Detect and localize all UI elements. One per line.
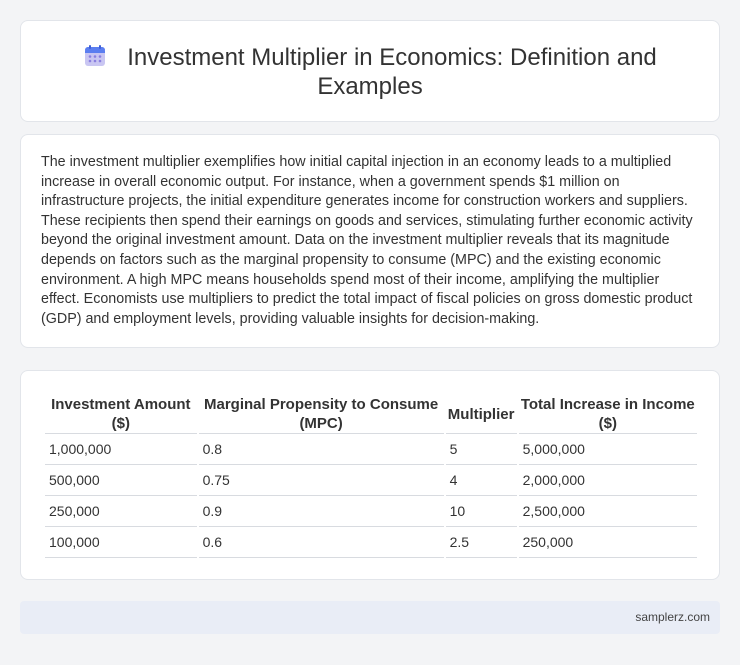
header-investment-amount: Investment Amount ($) xyxy=(45,393,197,434)
table-row: 1,000,000 0.8 5 5,000,000 xyxy=(45,434,697,465)
page-title-wrap: Investment Multiplier in Economics: Defi… xyxy=(21,43,719,101)
cell-multiplier: 5 xyxy=(445,434,517,465)
cell-mpc: 0.75 xyxy=(198,465,444,496)
cell-mpc: 0.8 xyxy=(198,434,444,465)
intro-card: The investment multiplier exemplifies ho… xyxy=(20,134,720,348)
header-multiplier: Multiplier xyxy=(445,393,517,434)
cell-investment-amount: 1,000,000 xyxy=(45,434,197,465)
intro-paragraph: The investment multiplier exemplifies ho… xyxy=(41,154,693,327)
page-title: Investment Multiplier in Economics: Defi… xyxy=(127,44,657,100)
footer-bar: samplerz.com xyxy=(20,601,720,634)
cell-total-increase: 2,000,000 xyxy=(518,465,697,496)
footer-site-link[interactable]: samplerz.com xyxy=(635,610,710,624)
title-card: Investment Multiplier in Economics: Defi… xyxy=(20,20,720,122)
cell-mpc: 0.6 xyxy=(198,527,444,558)
calendar-icon xyxy=(85,45,106,66)
cell-total-increase: 250,000 xyxy=(518,527,697,558)
cell-investment-amount: 500,000 xyxy=(45,465,197,496)
table-row: 100,000 0.6 2.5 250,000 xyxy=(45,527,697,558)
cell-multiplier: 2.5 xyxy=(445,527,517,558)
cell-multiplier: 10 xyxy=(445,496,517,527)
table-header-row: Investment Amount ($) Marginal Propensit… xyxy=(45,393,697,434)
cell-investment-amount: 100,000 xyxy=(45,527,197,558)
multiplier-table: Investment Amount ($) Marginal Propensit… xyxy=(43,393,699,558)
table-row: 250,000 0.9 10 2,500,000 xyxy=(45,496,697,527)
header-mpc: Marginal Propensity to Consume (MPC) xyxy=(198,393,444,434)
table-card: Investment Amount ($) Marginal Propensit… xyxy=(20,370,720,580)
cell-investment-amount: 250,000 xyxy=(45,496,197,527)
header-total-increase: Total Increase in Income ($) xyxy=(518,393,697,434)
cell-total-increase: 5,000,000 xyxy=(518,434,697,465)
cell-mpc: 0.9 xyxy=(198,496,444,527)
cell-multiplier: 4 xyxy=(445,465,517,496)
cell-total-increase: 2,500,000 xyxy=(518,496,697,527)
table-row: 500,000 0.75 4 2,000,000 xyxy=(45,465,697,496)
